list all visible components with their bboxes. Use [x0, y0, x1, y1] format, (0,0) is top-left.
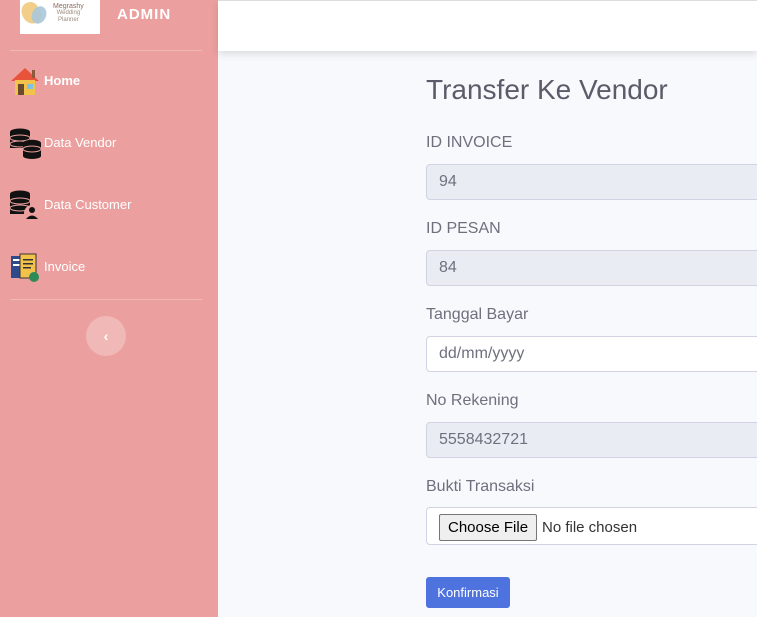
sidebar-item-data-customer[interactable]: Data Customer — [8, 188, 213, 222]
invoice-document-icon — [11, 253, 39, 282]
sidebar-item-data-vendor[interactable]: Data Vendor — [8, 126, 213, 160]
tanggal-bayar-date-input[interactable]: dd/mm/yyyy — [426, 336, 757, 372]
id-invoice-field: 94 — [426, 164, 757, 200]
topbar — [218, 0, 757, 51]
file-status-text: No file chosen — [542, 519, 638, 536]
id-pesan-field: 84 — [426, 250, 757, 286]
sidebar-item-label: Data Vendor — [44, 135, 117, 150]
bukti-transaksi-label: Bukti Transaksi — [426, 478, 535, 495]
database-user-icon — [9, 190, 40, 221]
database-icon — [9, 128, 42, 159]
no-rekening-field: 5558432721 — [426, 422, 757, 458]
sidebar: Megrashy Wedding Planner ADMIN Home Data… — [0, 0, 218, 617]
tanggal-bayar-label: Tanggal Bayar — [426, 306, 529, 323]
page-title: Transfer Ke Vendor — [426, 74, 668, 105]
sidebar-item-invoice[interactable]: Invoice — [8, 250, 213, 284]
logo-text-line: Planner — [58, 17, 79, 23]
sidebar-item-home[interactable]: Home — [8, 64, 213, 98]
sidebar-divider — [10, 50, 202, 51]
logo-text-line: Wedding — [56, 10, 81, 16]
choose-file-button[interactable]: Choose File — [439, 514, 538, 541]
sidebar-item-label: Home — [44, 73, 81, 88]
logo-text-line: Megrashy — [53, 3, 84, 10]
chevron-left-icon: ‹ — [103, 328, 109, 344]
id-invoice-label: ID INVOICE — [426, 134, 513, 151]
logo-text: Megrashy Wedding Planner — [53, 3, 84, 24]
sidebar-toggle-button[interactable]: ‹ — [86, 316, 126, 356]
id-pesan-label: ID PESAN — [426, 220, 501, 237]
brand-title[interactable]: ADMIN — [117, 6, 171, 23]
no-rekening-label: No Rekening — [426, 392, 519, 409]
brand-logo[interactable]: Megrashy Wedding Planner — [20, 0, 100, 34]
sidebar-divider — [10, 299, 202, 300]
sidebar-item-label: Invoice — [44, 259, 86, 274]
konfirmasi-button[interactable]: Konfirmasi — [426, 577, 510, 608]
sidebar-item-label: Data Customer — [44, 197, 132, 212]
bukti-transaksi-file-input[interactable]: Choose File No file chosen — [426, 507, 757, 545]
house-icon — [11, 68, 39, 95]
